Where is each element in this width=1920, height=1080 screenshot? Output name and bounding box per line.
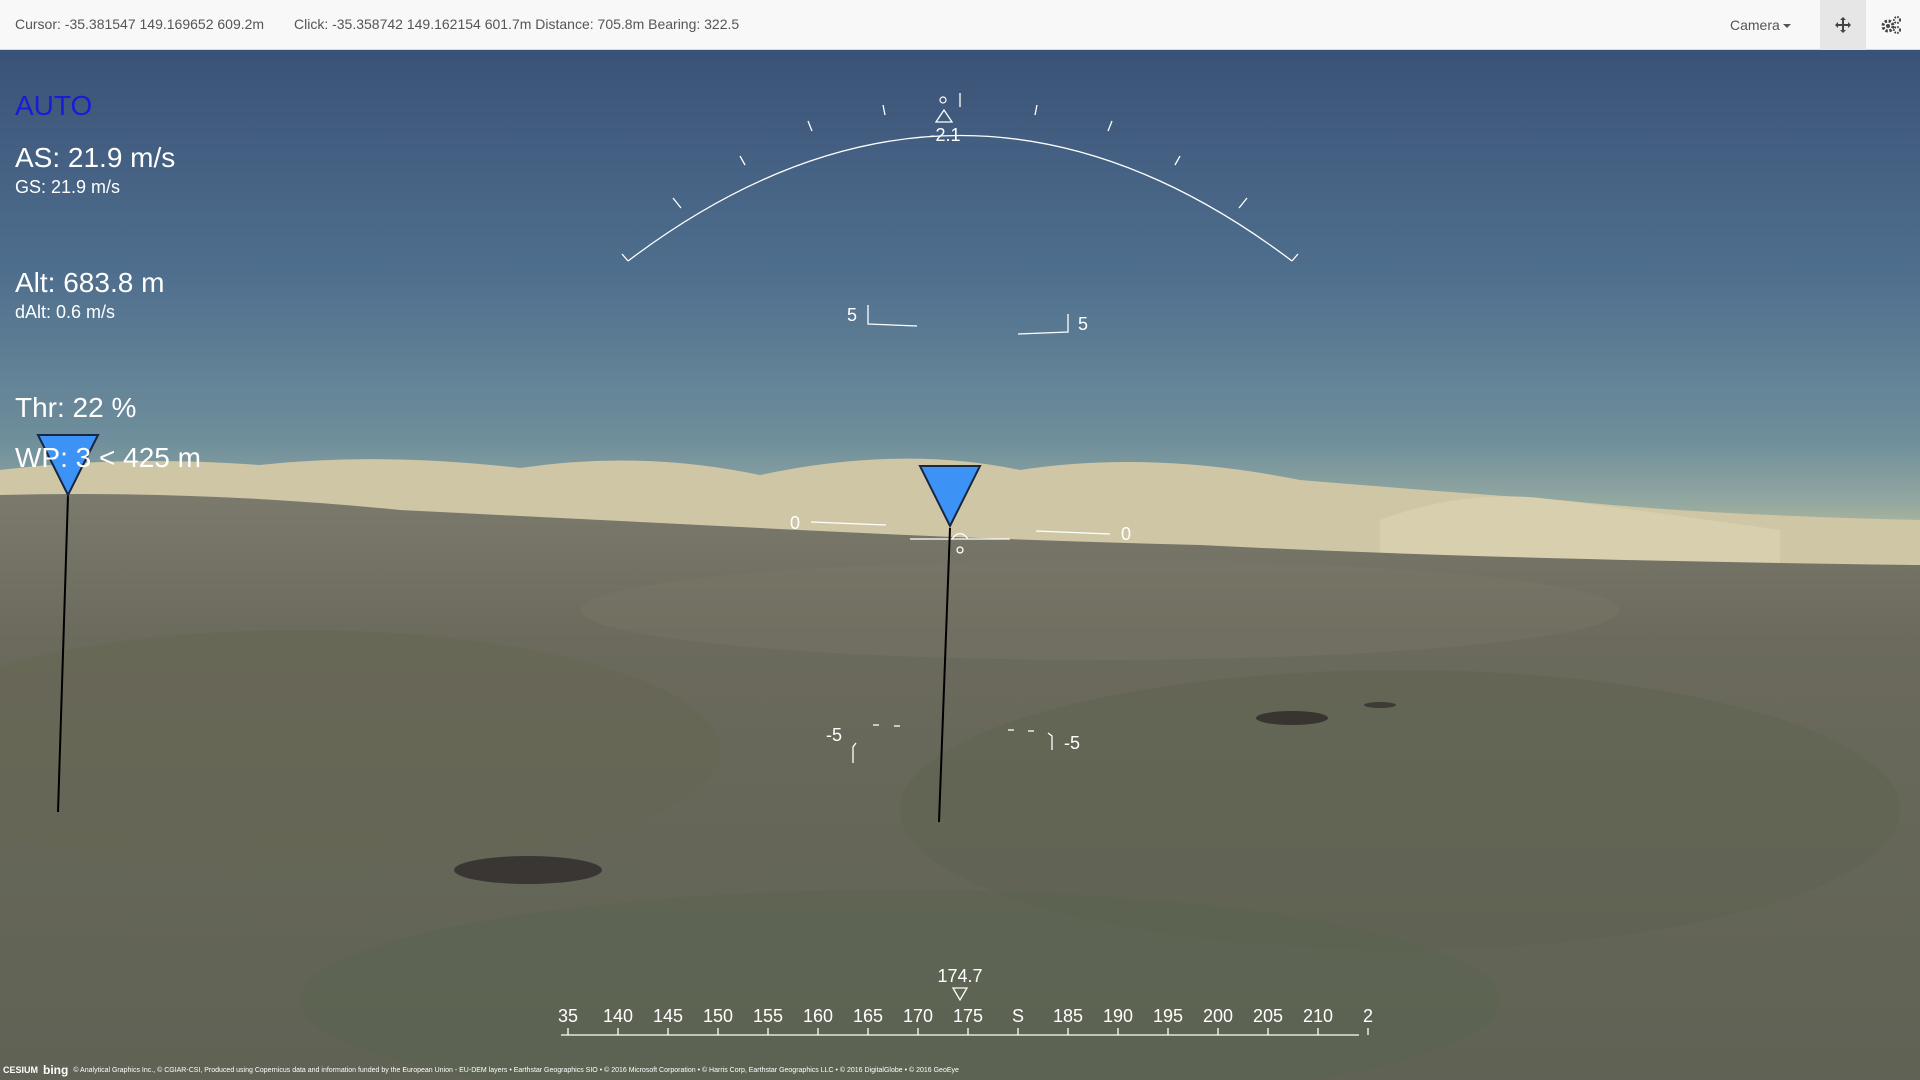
heading-scale-label: 200	[1203, 1006, 1233, 1026]
camera-dropdown-label: Camera	[1730, 17, 1780, 33]
hud-overlay: -2.1 5 5 0 0 -5 -5 174.7 35 140 145 150 …	[36, 93, 1373, 1036]
heading-scale-label: 155	[753, 1006, 783, 1026]
roll-indicator: -2.1	[621, 93, 1299, 262]
heading-scale-label: 150	[703, 1006, 733, 1026]
heading-scale-label: 195	[1153, 1006, 1183, 1026]
climb-rate-readout: dAlt: 0.6 m/s	[15, 302, 116, 322]
heading-scale-label: S	[1012, 1006, 1024, 1026]
pitch-line-0-left	[810, 521, 887, 526]
heading-scale-labels: 35 140 145 150 155 160 165 170 175 S 185 190 195 200 2…	[558, 1006, 1373, 1035]
heading-scale-label: 140	[603, 1006, 633, 1026]
cesium-logo[interactable]: CESIUM	[3, 1065, 38, 1075]
pitch-line-0-right	[1035, 530, 1111, 535]
heading-scale-label: 170	[903, 1006, 933, 1026]
cursor-position-readout: Cursor: -35.381547 149.169652 609.2m	[15, 16, 265, 32]
airspeed-readout: AS: 21.9 m/s	[15, 142, 176, 173]
heading-scale-label: 185	[1053, 1006, 1083, 1026]
caret-down-icon	[1782, 24, 1791, 29]
pitch-label-5-right: 5	[1078, 314, 1088, 334]
click-position-readout: Click: -35.358742 149.162154 601.7m Dist…	[294, 16, 740, 32]
flight-mode: AUTO	[15, 90, 93, 121]
pitch-line-5-left	[867, 305, 918, 327]
waypoint-triangle-icon	[918, 465, 982, 529]
heading-scale-label: 205	[1253, 1006, 1283, 1026]
3d-map-viewport[interactable]: -2.1 5 5 0 0 -5 -5 174.7 35 140 145 150 …	[0, 50, 1920, 1080]
top-toolbar: Cursor: -35.381547 149.169652 609.2m Cli…	[0, 0, 1920, 50]
roll-ticks	[672, 93, 1248, 209]
throttle-readout: Thr: 22 %	[15, 392, 137, 423]
attribution-text: © Analytical Graphics Inc., © CGIAR-CSI,…	[73, 1066, 959, 1074]
aircraft-reference-symbol	[910, 532, 1010, 554]
heading-scale-label: 210	[1303, 1006, 1333, 1026]
heading-tape: 174.7 35 140 145 150 155 160 165 170 175 S 185 190 1…	[558, 966, 1373, 1036]
heading-scale-label: 175	[953, 1006, 983, 1026]
waypoint-readout: WP: 3 < 425 m	[15, 442, 201, 473]
bing-logo[interactable]: bing	[43, 1063, 68, 1077]
heading-scale-label: 160	[803, 1006, 833, 1026]
settings-button[interactable]	[1868, 0, 1914, 50]
roll-zero-mark	[939, 96, 947, 104]
pitch-line-5-right	[1017, 314, 1069, 335]
roll-pointer-icon	[934, 108, 954, 123]
camera-dropdown[interactable]: Camera	[1730, 0, 1820, 50]
pitch-label-0-left: 0	[790, 513, 800, 533]
pitch-line-neg5-left	[852, 742, 857, 763]
roll-arc	[627, 134, 1293, 262]
pitch-line-neg5-right	[1047, 732, 1053, 750]
pitch-label-0-right: 0	[1121, 524, 1131, 544]
waypoint-marker-main	[918, 465, 982, 823]
heading-scale-label: 35	[558, 1006, 578, 1026]
crosshair-move-icon	[1835, 17, 1851, 33]
waypoint-marker-left	[36, 434, 100, 813]
roll-readout: -2.1	[929, 125, 960, 145]
heading-scale-label: 145	[653, 1006, 683, 1026]
altitude-readout: Alt: 683.8 m	[15, 267, 165, 298]
heading-scale-label: 2	[1363, 1006, 1373, 1026]
pitch-labels: 5 5 0 0 -5 -5	[790, 305, 1131, 753]
pitch-label-neg5-right: -5	[1064, 733, 1080, 753]
heading-readout: 174.7	[937, 966, 982, 986]
pitch-label-neg5-left: -5	[826, 725, 842, 745]
heading-scale-label: 190	[1103, 1006, 1133, 1026]
pitch-label-5-left: 5	[847, 305, 857, 325]
gears-icon	[1881, 16, 1901, 34]
groundspeed-readout: GS: 21.9 m/s	[15, 177, 121, 197]
map-attribution: CESIUM bing © Analytical Graphics Inc., …	[0, 1060, 1920, 1080]
heading-pointer-icon	[951, 987, 969, 1002]
heading-scale-label: 165	[853, 1006, 883, 1026]
move-mode-button[interactable]	[1820, 0, 1866, 50]
